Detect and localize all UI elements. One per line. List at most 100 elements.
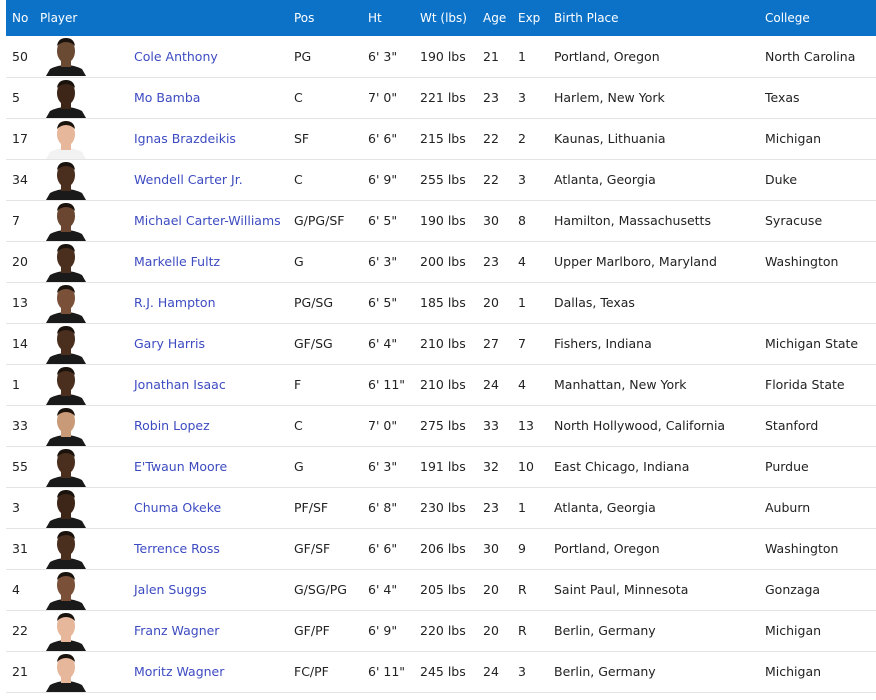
- player-name-link[interactable]: Moritz Wagner: [134, 664, 224, 679]
- player-name-link[interactable]: Franz Wagner: [134, 623, 219, 638]
- player-name-link[interactable]: Chuma Okeke: [134, 500, 221, 515]
- height-text: 6' 3": [368, 459, 398, 474]
- experience-text: 8: [518, 213, 526, 228]
- player-headshot[interactable]: [40, 488, 92, 528]
- weight-text: 185 lbs: [420, 295, 466, 310]
- player-headshot[interactable]: [40, 119, 92, 159]
- player-name-link[interactable]: Robin Lopez: [134, 418, 210, 433]
- weight-cell: 200 lbs: [414, 241, 477, 282]
- position-cell: GF/SG: [288, 323, 362, 364]
- column-header-exp[interactable]: Exp: [512, 0, 548, 36]
- player-name-link[interactable]: Jalen Suggs: [134, 582, 207, 597]
- jersey-number: 31: [6, 528, 34, 569]
- weight-text: 210 lbs: [420, 377, 466, 392]
- player-headshot[interactable]: [40, 78, 92, 118]
- player-headshot[interactable]: [40, 652, 92, 692]
- weight-cell: 185 lbs: [414, 282, 477, 323]
- column-header-birth-place[interactable]: Birth Place: [548, 0, 759, 36]
- player-headshot[interactable]: [40, 201, 92, 241]
- headshot-image: [46, 407, 86, 446]
- experience-text: 1: [518, 500, 526, 515]
- column-header-player[interactable]: Player: [34, 0, 288, 36]
- player-cell-content: Wendell Carter Jr.: [34, 160, 288, 200]
- player-name-link[interactable]: E'Twaun Moore: [134, 459, 227, 474]
- height-text: 6' 9": [368, 623, 398, 638]
- player-headshot[interactable]: [40, 447, 92, 487]
- player-name-link[interactable]: Ignas Brazdeikis: [134, 131, 236, 146]
- player-headshot[interactable]: [40, 283, 92, 323]
- jersey-number-text: 14: [12, 336, 28, 351]
- position-cell: F: [288, 364, 362, 405]
- birth-place-cell: Kaunas, Lithuania: [548, 118, 759, 159]
- player-headshot[interactable]: [40, 365, 92, 405]
- height-cell: 6' 6": [362, 528, 414, 569]
- birth-place-text: Berlin, Germany: [554, 664, 656, 679]
- player-headshot[interactable]: [40, 570, 92, 610]
- jersey-number-text: 22: [12, 623, 28, 638]
- jersey-number-text: 17: [12, 131, 28, 146]
- position-cell: G/PG/SF: [288, 200, 362, 241]
- player-name-link[interactable]: Cole Anthony: [134, 49, 218, 64]
- weight-text: 245 lbs: [420, 664, 466, 679]
- player-name-link[interactable]: Mo Bamba: [134, 90, 200, 105]
- player-headshot[interactable]: [40, 36, 92, 77]
- age-cell: 22: [477, 118, 512, 159]
- table-row: 50 Cole Anthony PG 6' 3" 190 lbs 21 1 Po…: [6, 36, 876, 77]
- jersey-number: 4: [6, 569, 34, 610]
- age-cell: 20: [477, 569, 512, 610]
- jersey-number-text: 5: [12, 90, 20, 105]
- jersey-number: 20: [6, 241, 34, 282]
- player-name-link[interactable]: Terrence Ross: [134, 541, 220, 556]
- age-cell: 30: [477, 528, 512, 569]
- player-headshot[interactable]: [40, 160, 92, 200]
- player-name-link[interactable]: Wendell Carter Jr.: [134, 172, 243, 187]
- player-headshot[interactable]: [40, 611, 92, 651]
- weight-cell: 215 lbs: [414, 118, 477, 159]
- player-name-link[interactable]: Markelle Fultz: [134, 254, 220, 269]
- age-text: 27: [483, 336, 499, 351]
- player-headshot[interactable]: [40, 242, 92, 282]
- college-cell: Michigan: [759, 651, 876, 692]
- birth-place-text: Portland, Oregon: [554, 48, 660, 64]
- column-header-age[interactable]: Age: [477, 0, 512, 36]
- table-row: 13 R.J. Hampton PG/SG 6' 5" 185 lbs 20 1…: [6, 282, 876, 323]
- player-cell-content: Terrence Ross: [34, 529, 288, 569]
- experience-text: 3: [518, 90, 526, 105]
- player-name-link[interactable]: R.J. Hampton: [134, 295, 216, 310]
- player-cell-content: Robin Lopez: [34, 406, 288, 446]
- weight-cell: 221 lbs: [414, 77, 477, 118]
- college-text: Michigan: [765, 131, 822, 146]
- height-cell: 6' 6": [362, 118, 414, 159]
- player-headshot[interactable]: [40, 529, 92, 569]
- column-header-no[interactable]: No: [6, 0, 34, 36]
- player-name-link[interactable]: Gary Harris: [134, 336, 205, 351]
- age-text: 24: [483, 664, 499, 679]
- jersey-number-text: 7: [12, 213, 20, 228]
- college-cell: [759, 282, 876, 323]
- player-name-link[interactable]: Jonathan Isaac: [134, 377, 226, 392]
- column-header-pos[interactable]: Pos: [288, 0, 362, 36]
- birth-place-text: Upper Marlboro, Maryland: [554, 254, 717, 269]
- height-text: 6' 6": [368, 131, 398, 146]
- age-cell: 23: [477, 77, 512, 118]
- column-header-wt[interactable]: Wt (lbs): [414, 0, 477, 36]
- age-cell: 27: [477, 323, 512, 364]
- birth-place-text: Saint Paul, Minnesota: [554, 582, 689, 597]
- column-header-college[interactable]: College: [759, 0, 876, 36]
- player-name-link[interactable]: Michael Carter-Williams: [134, 213, 281, 228]
- player-headshot[interactable]: [40, 406, 92, 446]
- position-text: C: [294, 172, 303, 187]
- weight-cell: 205 lbs: [414, 569, 477, 610]
- jersey-number-text: 55: [12, 459, 28, 474]
- column-header-ht[interactable]: Ht: [362, 0, 414, 36]
- player-cell-content: Markelle Fultz: [34, 242, 288, 282]
- height-text: 6' 4": [368, 582, 398, 597]
- experience-cell: 10: [512, 446, 548, 487]
- birth-place-text: Dallas, Texas: [554, 295, 635, 310]
- player-headshot[interactable]: [40, 324, 92, 364]
- college-text: Michigan: [765, 623, 822, 638]
- birth-place-text: Fishers, Indiana: [554, 336, 652, 351]
- jersey-number: 14: [6, 323, 34, 364]
- weight-text: 230 lbs: [420, 500, 466, 515]
- age-cell: 32: [477, 446, 512, 487]
